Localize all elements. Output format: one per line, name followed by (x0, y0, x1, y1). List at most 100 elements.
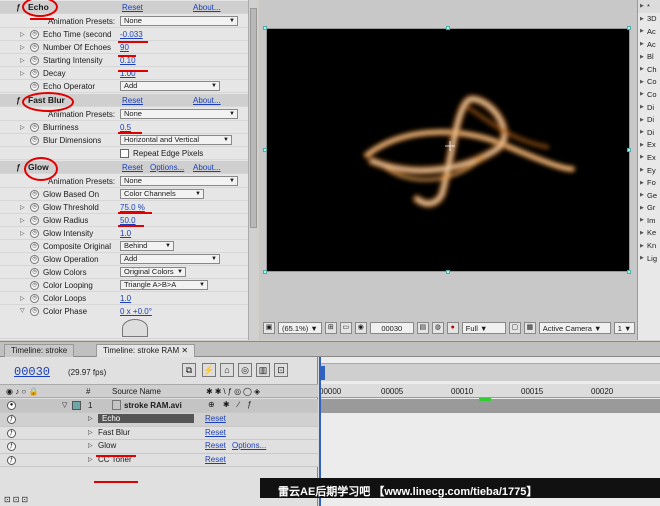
scrollbar-thumb[interactable] (250, 8, 257, 228)
work-area-start-handle[interactable] (321, 366, 325, 380)
effect-category-item[interactable]: ▶ Kn (638, 239, 660, 252)
glow-intensity-value[interactable]: 1.0 (120, 229, 131, 238)
effect-reset-link[interactable]: Reset (205, 414, 226, 423)
glow-radius-value[interactable]: 50.0 (120, 216, 136, 225)
stopwatch-icon[interactable]: ◷ (30, 267, 39, 277)
stopwatch-icon[interactable]: ◷ (30, 55, 39, 65)
expand-triangle-icon[interactable]: ▶ (640, 205, 647, 211)
label-color-swatch[interactable] (72, 401, 81, 410)
frame-blending-icon[interactable]: ▥ (256, 363, 270, 377)
number-of-echoes-value[interactable]: 90 (120, 43, 129, 52)
effect-options-link[interactable]: Options... (232, 441, 266, 450)
close-icon[interactable]: ✕ (181, 346, 188, 355)
graph-editor-icon[interactable]: ⊡ (274, 363, 288, 377)
effect-category-item[interactable]: ▶ Co (638, 76, 660, 89)
stopwatch-icon[interactable]: ◷ (30, 293, 39, 303)
stopwatch-icon[interactable]: ◷ (30, 81, 39, 91)
transform-handle[interactable] (627, 26, 631, 30)
expand-triangle-icon[interactable]: ▷ (88, 429, 93, 436)
fx-toggle-echo[interactable]: ƒ (16, 3, 20, 12)
blur-dimensions-dropdown[interactable]: Horizontal and Vertical ▼ (120, 135, 232, 146)
expand-triangle-icon[interactable]: ▷ (20, 44, 28, 51)
expand-triangle-icon[interactable]: ▶ (640, 16, 647, 22)
eye-icon[interactable]: ● (7, 401, 16, 410)
color-loops-value[interactable]: 1.0 (120, 294, 131, 303)
expand-triangle-icon[interactable]: ▷ (20, 204, 28, 211)
effect-category-item[interactable]: ▶ Im (638, 214, 660, 227)
phase-dial[interactable] (122, 319, 148, 337)
expand-triangle-icon[interactable]: ▶ (640, 217, 647, 223)
layer-duration-bar[interactable] (319, 398, 660, 413)
glow-based-on-dropdown[interactable]: Color Channels ▼ (120, 189, 204, 200)
effect-category-item[interactable]: ▶ Ke (638, 227, 660, 240)
transform-handle[interactable] (263, 270, 267, 274)
stopwatch-icon[interactable]: ◷ (30, 68, 39, 78)
always-preview-icon[interactable]: ▣ (263, 322, 275, 334)
grid-icon[interactable]: ⊞ (324, 322, 337, 334)
time-ruler[interactable]: 00000 00005 00010 00015 00020 (319, 384, 660, 398)
effect-category-item[interactable]: ▶ Di (638, 101, 660, 114)
stopwatch-icon[interactable]: ◷ (30, 241, 39, 251)
echo-time-value[interactable]: -0.033 (120, 30, 143, 39)
expand-triangle-icon[interactable]: ▶ (640, 54, 647, 60)
echo-reset-link[interactable]: Reset (122, 3, 143, 12)
motion-blur-icon[interactable]: ◎ (238, 363, 252, 377)
echo-about-link[interactable]: About... (193, 3, 221, 12)
expand-triangle-icon[interactable]: ▷ (88, 415, 93, 422)
effect-category-item[interactable]: ▶ Ge (638, 189, 660, 202)
expand-triangle-icon[interactable]: ▷ (88, 456, 93, 463)
fx-enable-icon[interactable]: ƒ (7, 442, 16, 451)
effect-category-item[interactable]: ▶ Ac (638, 38, 660, 51)
expand-triangle-icon[interactable]: ▷ (20, 124, 28, 131)
collapse-triangle-icon[interactable]: ▽ (20, 307, 28, 314)
fast-blur-about-link[interactable]: About... (193, 96, 221, 105)
fast-blur-presets-dropdown[interactable]: None ▼ (120, 109, 238, 120)
expand-triangle-icon[interactable]: ▶ (640, 192, 647, 198)
draft-3d-icon[interactable]: ⌂ (220, 363, 234, 377)
effect-reset-link[interactable]: Reset (205, 455, 226, 464)
current-time-field[interactable]: 00030 (369, 322, 414, 334)
fx-enable-icon[interactable]: ƒ (7, 455, 16, 465)
effect-category-item[interactable]: ▶ Ey (638, 164, 660, 177)
show-snapshot-icon[interactable]: ◍ (431, 322, 444, 334)
expand-triangle-icon[interactable]: ▶ (640, 255, 647, 261)
layer-row[interactable]: ● ▽ 1 stroke RAM.avi ⊕ ✱ ∕ ƒ (0, 399, 318, 413)
stopwatch-icon[interactable]: ◷ (30, 29, 39, 39)
expand-triangle-icon[interactable]: ▶ (640, 180, 647, 186)
timeline-effect-row[interactable]: ƒ ▷ CC Toner Reset (0, 453, 318, 467)
stopwatch-icon[interactable]: ◷ (30, 202, 39, 212)
timeline-effect-row[interactable]: ƒ ▷ Echo Reset (0, 413, 318, 427)
camera-view-dropdown[interactable]: Active Camera ▼ (538, 322, 611, 334)
expand-triangle-icon[interactable]: ▶ (640, 117, 647, 123)
expand-triangle-icon[interactable]: ▶ (640, 129, 647, 135)
tab-timeline-stroke[interactable]: Timeline: stroke (4, 344, 75, 357)
expand-triangle-icon[interactable]: ▶ (640, 243, 647, 249)
stopwatch-icon[interactable]: ◷ (30, 189, 39, 199)
expand-triangle-icon[interactable]: ▶ (640, 41, 647, 47)
effect-category-item[interactable]: ▶ Ex (638, 151, 660, 164)
color-looping-dropdown[interactable]: Triangle A>B>A ▼ (120, 280, 208, 291)
expand-triangle-icon[interactable]: ▶ (640, 154, 647, 160)
glow-about-link[interactable]: About... (193, 163, 221, 172)
zoom-dropdown[interactable]: (65.1%) ▼ (278, 322, 322, 334)
effect-category-item[interactable]: ▶ Di (638, 113, 660, 126)
expand-triangle-icon[interactable]: ▶ (640, 3, 647, 9)
transform-handle[interactable] (627, 148, 631, 152)
effect-category-item[interactable]: ▶ Ch (638, 63, 660, 76)
expand-triangle-icon[interactable]: ▷ (20, 57, 28, 64)
stopwatch-icon[interactable]: ◷ (30, 215, 39, 225)
expand-triangle-icon[interactable]: ▶ (640, 28, 647, 34)
transform-handle[interactable] (263, 148, 267, 152)
transform-handle[interactable] (627, 270, 631, 274)
view-layout-dropdown[interactable]: 1 ▼ (613, 322, 636, 334)
fx-toggle-fast-blur[interactable]: ƒ (16, 96, 20, 105)
expand-triangle-icon[interactable]: ▷ (20, 230, 28, 237)
timeline-footer-icons[interactable]: ⊡⊡⊡ (4, 495, 30, 504)
layer-name[interactable]: stroke RAM.avi (124, 401, 182, 410)
glow-operation-dropdown[interactable]: Add ▼ (120, 254, 220, 265)
fast-blur-reset-link[interactable]: Reset (122, 96, 143, 105)
current-time-display[interactable]: 00030 (14, 365, 50, 379)
effect-category-item[interactable]: ▶ Bl (638, 50, 660, 63)
effect-category-item[interactable]: ▶ Co (638, 88, 660, 101)
collapse-triangle-icon[interactable]: ▽ (62, 401, 67, 409)
